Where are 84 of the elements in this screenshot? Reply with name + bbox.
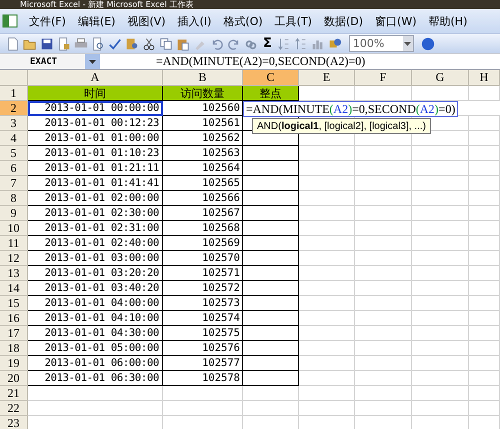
formula-text[interactable]: =AND(MINUTE(A2)=0,SECOND(A2)=0) [156, 54, 366, 69]
table-cell: 2013-01-01 03:00:00 [28, 251, 163, 266]
table-cell: 102576 [163, 341, 243, 356]
table-cell: 102561 [163, 116, 243, 131]
table-cell: 102562 [163, 131, 243, 146]
table-cell: 2013-01-01 01:41:41 [28, 176, 163, 191]
table-cell: 2013-01-01 02:31:00 [28, 221, 163, 236]
table-cell: 2013-01-01 04:10:00 [28, 311, 163, 326]
table-cell: 2013-01-01 03:20:20 [28, 266, 163, 281]
row-header[interactable]: 19 [0, 356, 28, 371]
table-cell: 102575 [163, 326, 243, 341]
row-header[interactable]: 5 [0, 146, 28, 161]
row-header[interactable]: 21 [0, 386, 28, 401]
table-cell: 2013-01-01 04:00:00 [28, 296, 163, 311]
row-header[interactable]: 16 [0, 311, 28, 326]
table-cell: 2013-01-01 02:40:00 [28, 236, 163, 251]
row-header[interactable]: 1 [0, 86, 28, 101]
table-cell: 102564 [163, 161, 243, 176]
menu-item[interactable]: 帮助(H) [424, 12, 472, 30]
row-header[interactable]: 20 [0, 371, 28, 386]
column-header[interactable]: C [243, 70, 299, 86]
table-cell: 2013-01-01 00:00:00 [28, 101, 163, 116]
table-cell: 2013-01-01 01:21:11 [28, 161, 163, 176]
row-header[interactable]: 3 [0, 116, 28, 131]
table-cell: 102567 [163, 206, 243, 221]
menu-item[interactable]: 格式(O) [218, 12, 268, 30]
column-header[interactable]: E [299, 70, 355, 86]
row-header[interactable]: 22 [0, 401, 28, 416]
row-header[interactable]: 17 [0, 326, 28, 341]
column-header[interactable]: F [355, 70, 412, 86]
table-cell: 2013-01-01 01:10:23 [28, 146, 163, 161]
row-header[interactable]: 7 [0, 176, 28, 191]
table-cell: 2013-01-01 03:40:20 [28, 281, 163, 296]
table-cell: 102574 [163, 311, 243, 326]
table-cell: 2013-01-01 01:00:00 [28, 131, 163, 146]
table-cell: 102565 [163, 176, 243, 191]
header-cell: 整点 [243, 86, 299, 101]
row-header[interactable]: 18 [0, 341, 28, 356]
table-cell: 102572 [163, 281, 243, 296]
column-header[interactable]: G [412, 70, 469, 86]
row-header[interactable]: 12 [0, 251, 28, 266]
menu-item[interactable]: 编辑(E) [72, 12, 120, 30]
table-cell: 2013-01-01 00:12:23 [28, 116, 163, 131]
row-header[interactable]: 10 [0, 221, 28, 236]
menu-item[interactable]: 工具(T) [270, 12, 317, 30]
row-header[interactable]: 11 [0, 236, 28, 251]
table-cell: 2013-01-01 04:30:00 [28, 326, 163, 341]
row-header[interactable]: 23 [0, 416, 28, 429]
window-title: Microsoft Excel - 新建 Microsoft Excel 工作表 [20, 0, 194, 9]
table-cell: 102577 [163, 356, 243, 371]
table-cell: 2013-01-01 05:00:00 [28, 341, 163, 356]
menu-item[interactable]: 文件(F) [24, 12, 71, 30]
row-header[interactable]: 15 [0, 296, 28, 311]
menu-item[interactable]: 窗口(W) [370, 12, 422, 30]
row-header[interactable]: 8 [0, 191, 28, 206]
table-cell: 2013-01-01 02:30:00 [28, 206, 163, 221]
table-cell: 2013-01-01 06:00:00 [28, 356, 163, 371]
table-cell: 102571 [163, 266, 243, 281]
row-header[interactable]: 6 [0, 161, 28, 176]
row-header[interactable]: 14 [0, 281, 28, 296]
row-header[interactable]: 4 [0, 131, 28, 146]
table-cell: 102569 [163, 236, 243, 251]
table-cell: 2013-01-01 02:00:00 [28, 191, 163, 206]
row-header[interactable]: 2 [0, 101, 28, 116]
zoom-field[interactable]: 100% [348, 35, 414, 52]
row-header[interactable]: 9 [0, 206, 28, 221]
column-header[interactable]: H [469, 70, 500, 86]
cell-editor[interactable]: =AND(MINUTE(A2)=0,SECOND(A2)=0) [243, 101, 458, 117]
table-cell: 102568 [163, 221, 243, 236]
table-cell: 102578 [163, 371, 243, 386]
table-cell: 102566 [163, 191, 243, 206]
header-cell: 时间 [28, 86, 163, 101]
table-cell: 102570 [163, 251, 243, 266]
menu-item[interactable]: 视图(V) [122, 12, 171, 30]
table-cell: 102573 [163, 296, 243, 311]
name-box[interactable]: EXACT [0, 54, 85, 69]
menu-item[interactable]: 数据(D) [318, 12, 368, 30]
function-tooltip: AND(logical1, [logical2], [logical3], ...) [252, 118, 431, 134]
autosum-button[interactable]: Σ [261, 36, 274, 51]
menu-item[interactable]: 插入(I) [172, 12, 216, 30]
header-cell: 访问数量 [163, 86, 243, 101]
row-header[interactable]: 13 [0, 266, 28, 281]
table-cell: 102563 [163, 146, 243, 161]
table-cell: 2013-01-01 06:30:00 [28, 371, 163, 386]
